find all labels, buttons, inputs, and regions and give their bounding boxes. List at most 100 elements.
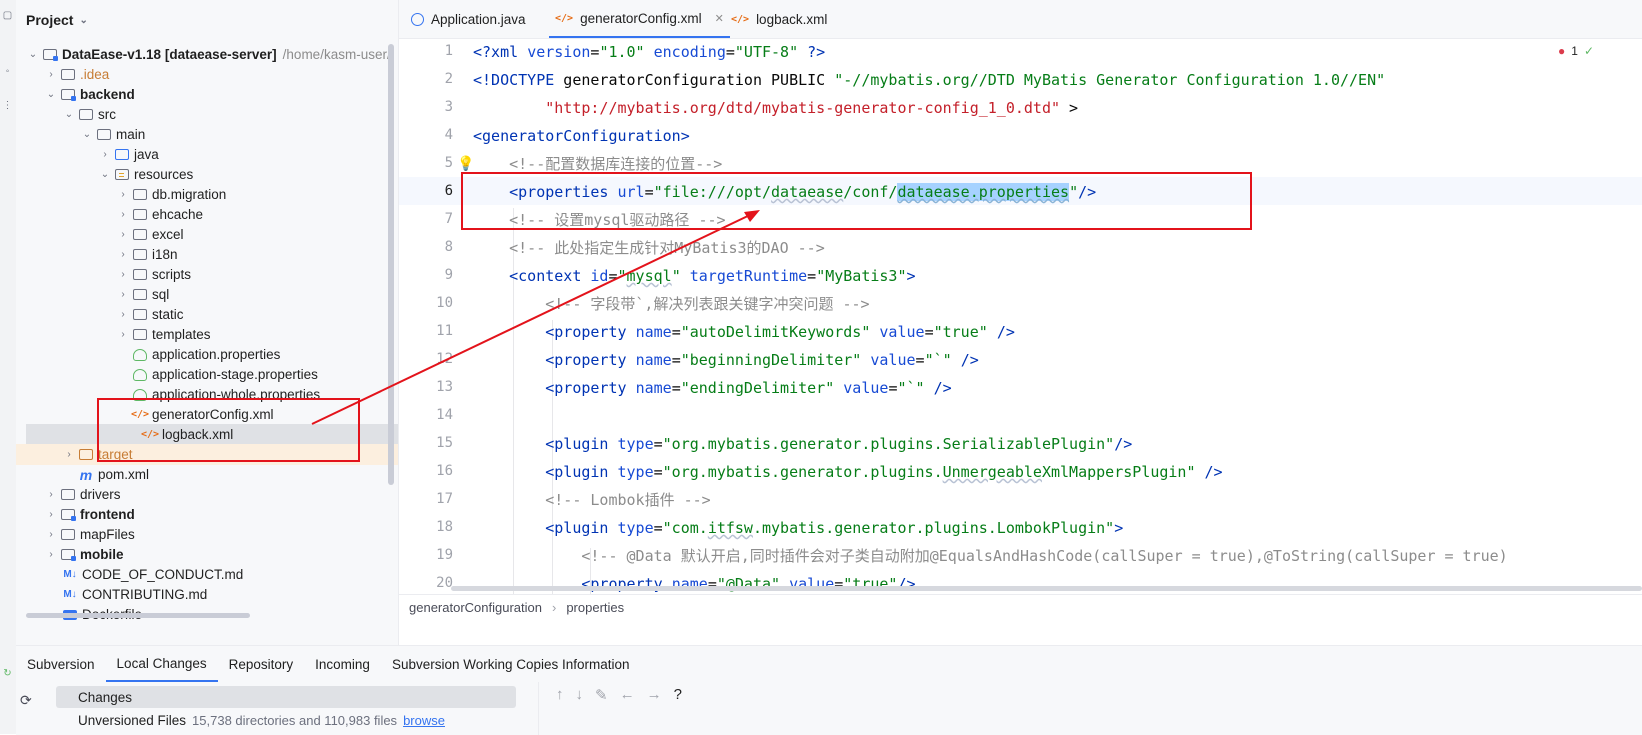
commit-tool-icon[interactable]: ◦ (2, 66, 13, 77)
tree-item-main[interactable]: ⌄ main (16, 124, 398, 145)
chevron-right-icon[interactable]: › (116, 249, 130, 260)
project-vertical-scrollbar[interactable] (388, 44, 394, 485)
chevron-down-icon[interactable]: ⌄ (98, 169, 112, 180)
edit-icon[interactable]: ✎ (595, 686, 608, 704)
project-horizontal-scrollbar[interactable] (26, 613, 250, 618)
tree-item-src[interactable]: ⌄ src (16, 104, 398, 125)
line-number: 6 (444, 183, 453, 199)
tree-item-label: sql (152, 287, 170, 302)
breadcrumb-item[interactable]: properties (566, 600, 624, 615)
chevron-down-icon[interactable]: ⌄ (62, 109, 76, 120)
panel-side-toolbar: ⟳ (20, 692, 44, 709)
project-tool-icon[interactable]: ▢ (2, 10, 13, 21)
inspection-indicator[interactable]: ● 1 ✓ (1558, 44, 1594, 58)
tab-application-java[interactable]: Application.java (411, 0, 526, 38)
tree-item-static[interactable]: › static (16, 304, 398, 325)
arrow-down-icon[interactable]: ↓ (576, 686, 584, 704)
tree-item-java[interactable]: › java (16, 144, 398, 165)
folder-icon (132, 308, 148, 322)
chevron-right-icon[interactable]: › (116, 269, 130, 280)
tree-item-frontend[interactable]: › frontend (16, 504, 398, 525)
tree-item-excel[interactable]: › excel (16, 224, 398, 245)
chevron-right-icon[interactable]: › (44, 69, 58, 80)
tab-generatorconfig-xml[interactable]: </> generatorConfig.xml ✕ (549, 0, 730, 38)
chevron-right-icon[interactable]: › (116, 229, 130, 240)
code-line: <!DOCTYPE generatorConfiguration PUBLIC … (473, 71, 1386, 89)
code-line: <?xml version="1.0" encoding="UTF-8" ?> (473, 43, 826, 61)
chevron-right-icon[interactable]: › (98, 149, 112, 160)
module-folder-icon (60, 88, 76, 102)
chevron-right-icon[interactable]: › (44, 509, 58, 520)
tree-item-sql[interactable]: › sql (16, 284, 398, 305)
tab-working-copies[interactable]: Subversion Working Copies Information (381, 646, 641, 682)
tree-item-ehcache[interactable]: › ehcache (16, 204, 398, 225)
arrow-left-icon[interactable]: ← (620, 686, 635, 704)
tree-item-application-stage-properties[interactable]: application-stage.properties (16, 364, 398, 385)
tree-item-label: application.properties (152, 347, 281, 362)
tab-repository[interactable]: Repository (218, 646, 305, 682)
folder-icon (60, 488, 76, 502)
tree-item-label: drivers (80, 487, 121, 502)
tree-item-label: main (116, 127, 146, 142)
code-line: <generatorConfiguration> (473, 127, 690, 145)
chevron-right-icon[interactable]: › (116, 289, 130, 300)
tree-item-drivers[interactable]: › drivers (16, 484, 398, 505)
chevron-right-icon[interactable]: › (116, 189, 130, 200)
chevron-down-icon[interactable]: ⌄ (44, 89, 58, 100)
chevron-right-icon[interactable]: › (116, 209, 130, 220)
unversioned-files-row[interactable]: Unversioned Files 15,738 directories and… (78, 709, 445, 731)
arrow-up-icon[interactable]: ↑ (556, 686, 564, 704)
chevron-right-icon[interactable]: › (116, 309, 130, 320)
tree-item-templates[interactable]: › templates (16, 324, 398, 345)
breadcrumb-item[interactable]: generatorConfiguration (409, 600, 542, 615)
tree-item-pom-xml[interactable]: m pom.xml (16, 464, 398, 485)
tab-incoming[interactable]: Incoming (304, 646, 381, 682)
tree-item-resources[interactable]: ⌄ resources (16, 164, 398, 185)
folder-icon (78, 108, 94, 122)
chevron-down-icon[interactable]: ⌄ (80, 129, 94, 140)
tab-local-changes[interactable]: Local Changes (105, 646, 218, 682)
tree-item-backend[interactable]: ⌄ backend (16, 84, 398, 105)
tree-item-db-migration[interactable]: › db.migration (16, 184, 398, 205)
diff-toolbar: ↑ ↓ ✎ ← → ? (556, 686, 682, 704)
chevron-right-icon[interactable]: › (116, 329, 130, 340)
chevron-right-icon[interactable]: › (62, 449, 76, 460)
lightbulb-icon[interactable]: 💡 (457, 155, 474, 172)
markdown-file-icon: M↓ (63, 569, 77, 580)
tab-subversion[interactable]: Subversion (16, 646, 106, 682)
editor-horizontal-scrollbar[interactable] (451, 586, 1642, 591)
structure-tool-icon[interactable]: ⋮ (2, 100, 13, 111)
tree-item-code-of-conduct[interactable]: M↓ CODE_OF_CONDUCT.md (16, 564, 398, 585)
chevron-right-icon[interactable]: › (44, 529, 58, 540)
tree-item-label: pom.xml (98, 467, 150, 482)
arrow-right-icon[interactable]: → (647, 686, 662, 704)
tree-item-mapfiles[interactable]: › mapFiles (16, 524, 398, 545)
chevron-right-icon[interactable]: › (44, 489, 58, 500)
tree-item-root[interactable]: ⌄ DataEase-v1.18 [dataease-server] /home… (16, 44, 398, 65)
refresh-icon[interactable]: ↻ (2, 668, 13, 679)
tree-item-scripts[interactable]: › scripts (16, 264, 398, 285)
help-icon[interactable]: ? (674, 686, 682, 704)
chevron-down-icon[interactable]: ⌄ (79, 15, 87, 26)
folder-icon (132, 288, 148, 302)
tree-item-contributing[interactable]: M↓ CONTRIBUTING.md (16, 584, 398, 605)
chevron-down-icon[interactable]: ⌄ (26, 49, 40, 60)
code-line: <context id="mysql" targetRuntime="MyBat… (509, 267, 916, 285)
code-area[interactable]: <?xml version="1.0" encoding="UTF-8" ?> … (473, 38, 1642, 616)
tree-item-i18n[interactable]: › i18n (16, 244, 398, 265)
tree-item-label: application-stage.properties (152, 367, 318, 382)
tree-item-idea[interactable]: › .idea (16, 64, 398, 85)
error-icon: ● (1558, 44, 1566, 58)
tree-item-label: scripts (152, 267, 192, 282)
tab-logback-xml[interactable]: </> logback.xml (731, 0, 827, 38)
refresh-icon[interactable]: ⟳ (20, 692, 44, 709)
tree-item-mobile[interactable]: › mobile (16, 544, 398, 565)
tree-item-application-properties[interactable]: application.properties (16, 344, 398, 365)
project-header[interactable]: Project ⌄ (26, 10, 88, 30)
changelist-changes[interactable]: Changes (56, 686, 516, 708)
code-line: <!-- @Data 默认开启,同时插件会对子类自动附加@EqualsAndHa… (581, 547, 1508, 565)
browse-link[interactable]: browse (403, 713, 445, 728)
close-icon[interactable]: ✕ (715, 12, 724, 25)
folder-icon (132, 328, 148, 342)
chevron-right-icon[interactable]: › (44, 549, 58, 560)
